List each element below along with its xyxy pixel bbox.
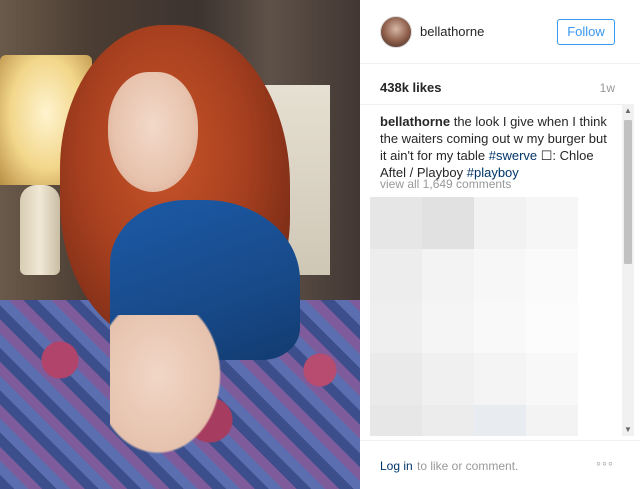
caption-username[interactable]: bellathorne [380, 114, 450, 129]
post-time[interactable]: 1w [600, 81, 615, 95]
avatar[interactable] [380, 16, 412, 48]
likes-row: 438k likes 1w [380, 80, 615, 98]
login-link[interactable]: Log in [380, 459, 413, 473]
comments-section: bellathorne the look I give when I think… [360, 104, 628, 436]
follow-button[interactable]: Follow [557, 19, 615, 45]
scroll-up-arrow-icon[interactable]: ▲ [624, 106, 632, 115]
post-side-panel: bellathorne Follow 438k likes 1w bellath… [360, 0, 640, 489]
post-caption: bellathorne the look I give when I think… [380, 113, 608, 181]
scrollbar-thumb[interactable] [624, 120, 632, 264]
photo-subject-face [108, 72, 198, 192]
scroll-down-arrow-icon[interactable]: ▼ [624, 425, 632, 434]
photo-lamp-base [20, 185, 60, 275]
photo-subject-hands [110, 315, 230, 465]
login-prompt-text: to like or comment. [417, 459, 519, 473]
post-footer: Log in to like or comment. ◦◦◦ [360, 440, 640, 489]
more-options-icon[interactable]: ◦◦◦ [596, 455, 614, 471]
caption-hashtag-swerve[interactable]: #swerve [489, 148, 537, 163]
likes-count[interactable]: 438k likes [380, 80, 441, 95]
blurred-comments-area [370, 197, 578, 436]
view-all-comments-link[interactable]: view all 1,649 comments [380, 177, 511, 191]
post-photo[interactable] [0, 0, 360, 489]
post-header: bellathorne Follow [360, 0, 640, 64]
author-username[interactable]: bellathorne [420, 24, 484, 39]
